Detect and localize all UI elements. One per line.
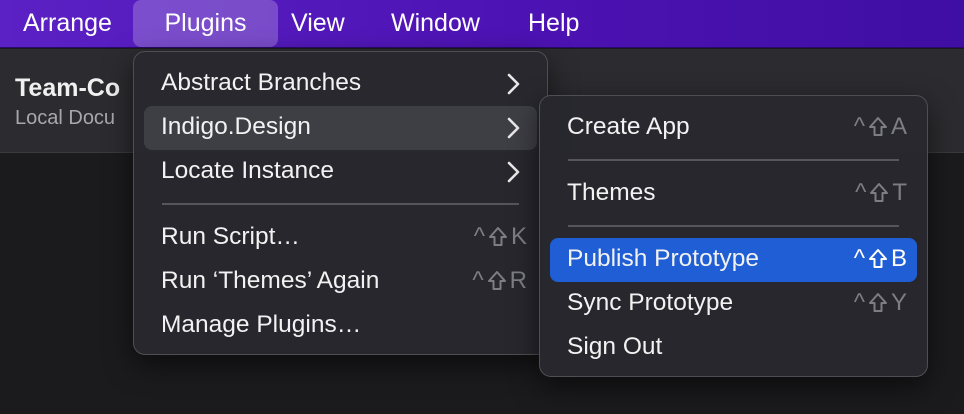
keyboard-shortcut: ^ B bbox=[854, 245, 907, 273]
keyboard-shortcut: ^ Y bbox=[854, 289, 907, 317]
menu-item-label: Sign Out bbox=[567, 333, 663, 360]
plugins-menu: Abstract Branches Indigo.Design Locate I… bbox=[133, 51, 548, 355]
menu-item-abstract-branches[interactable]: Abstract Branches bbox=[144, 62, 537, 106]
document-subtitle: Local Docu bbox=[15, 107, 116, 129]
shortcut-key: Y bbox=[890, 289, 907, 316]
menu-view[interactable]: View bbox=[291, 0, 345, 48]
chevron-right-icon bbox=[507, 117, 520, 139]
menu-window[interactable]: Window bbox=[391, 0, 480, 48]
menu-item-label: Abstract Branches bbox=[161, 69, 362, 96]
control-key-icon: ^ bbox=[853, 289, 865, 316]
control-key-icon: ^ bbox=[472, 267, 484, 294]
shift-key-icon bbox=[870, 183, 889, 202]
menu-bar: Arrange Plugins View Window Help bbox=[0, 0, 964, 48]
shift-key-icon bbox=[488, 227, 507, 246]
menu-item-label: Indigo.Design bbox=[161, 113, 311, 140]
chevron-right-icon bbox=[507, 73, 520, 95]
menu-item-indigo-design[interactable]: Indigo.Design bbox=[144, 106, 537, 150]
menu-item-run-themes-again[interactable]: Run ‘Themes’ Again ^ R bbox=[144, 260, 537, 304]
shift-key-icon bbox=[868, 117, 887, 136]
shift-key-icon bbox=[868, 249, 887, 268]
control-key-icon: ^ bbox=[853, 113, 865, 140]
keyboard-shortcut: ^ K bbox=[474, 223, 527, 251]
menu-plugins[interactable]: Plugins bbox=[133, 0, 278, 47]
menu-item-label: Manage Plugins… bbox=[161, 311, 362, 338]
indigo-design-submenu: Create App ^ A Themes ^ T Publish Protot… bbox=[539, 95, 928, 377]
menu-item-label: Create App bbox=[567, 113, 690, 140]
menu-item-sign-out[interactable]: Sign Out bbox=[550, 326, 917, 370]
shift-key-icon bbox=[868, 293, 887, 312]
menu-item-create-app[interactable]: Create App ^ A bbox=[550, 106, 917, 150]
shortcut-key: A bbox=[890, 113, 907, 140]
control-key-icon: ^ bbox=[855, 179, 867, 206]
menu-help[interactable]: Help bbox=[528, 0, 579, 48]
shift-key-icon bbox=[487, 271, 506, 290]
menu-separator bbox=[162, 203, 519, 205]
menu-item-locate-instance[interactable]: Locate Instance bbox=[144, 150, 537, 194]
menu-item-run-script[interactable]: Run Script… ^ K bbox=[144, 216, 537, 260]
menu-item-sync-prototype[interactable]: Sync Prototype ^ Y bbox=[550, 282, 917, 326]
keyboard-shortcut: ^ R bbox=[472, 267, 527, 295]
menu-item-label: Publish Prototype bbox=[567, 245, 760, 272]
shortcut-key: T bbox=[892, 179, 907, 206]
keyboard-shortcut: ^ A bbox=[854, 113, 907, 141]
menu-item-themes[interactable]: Themes ^ T bbox=[550, 172, 917, 216]
menu-item-label: Locate Instance bbox=[161, 157, 334, 184]
menu-item-publish-prototype[interactable]: Publish Prototype ^ B bbox=[550, 238, 917, 282]
menu-arrange[interactable]: Arrange bbox=[23, 0, 112, 48]
shortcut-key: K bbox=[510, 223, 527, 250]
control-key-icon: ^ bbox=[853, 245, 865, 272]
control-key-icon: ^ bbox=[473, 223, 485, 250]
shortcut-key: B bbox=[890, 245, 907, 272]
menu-item-label: Themes bbox=[567, 179, 656, 206]
shortcut-key: R bbox=[509, 267, 527, 294]
menu-item-label: Sync Prototype bbox=[567, 289, 734, 316]
menu-item-label: Run Script… bbox=[161, 223, 300, 250]
menu-item-manage-plugins[interactable]: Manage Plugins… bbox=[144, 304, 537, 348]
chevron-right-icon bbox=[507, 161, 520, 183]
menu-separator bbox=[568, 159, 899, 161]
menu-item-label: Run ‘Themes’ Again bbox=[161, 267, 380, 294]
keyboard-shortcut: ^ T bbox=[855, 179, 907, 207]
document-title[interactable]: Team-Co bbox=[15, 74, 120, 103]
menu-separator bbox=[568, 225, 899, 227]
